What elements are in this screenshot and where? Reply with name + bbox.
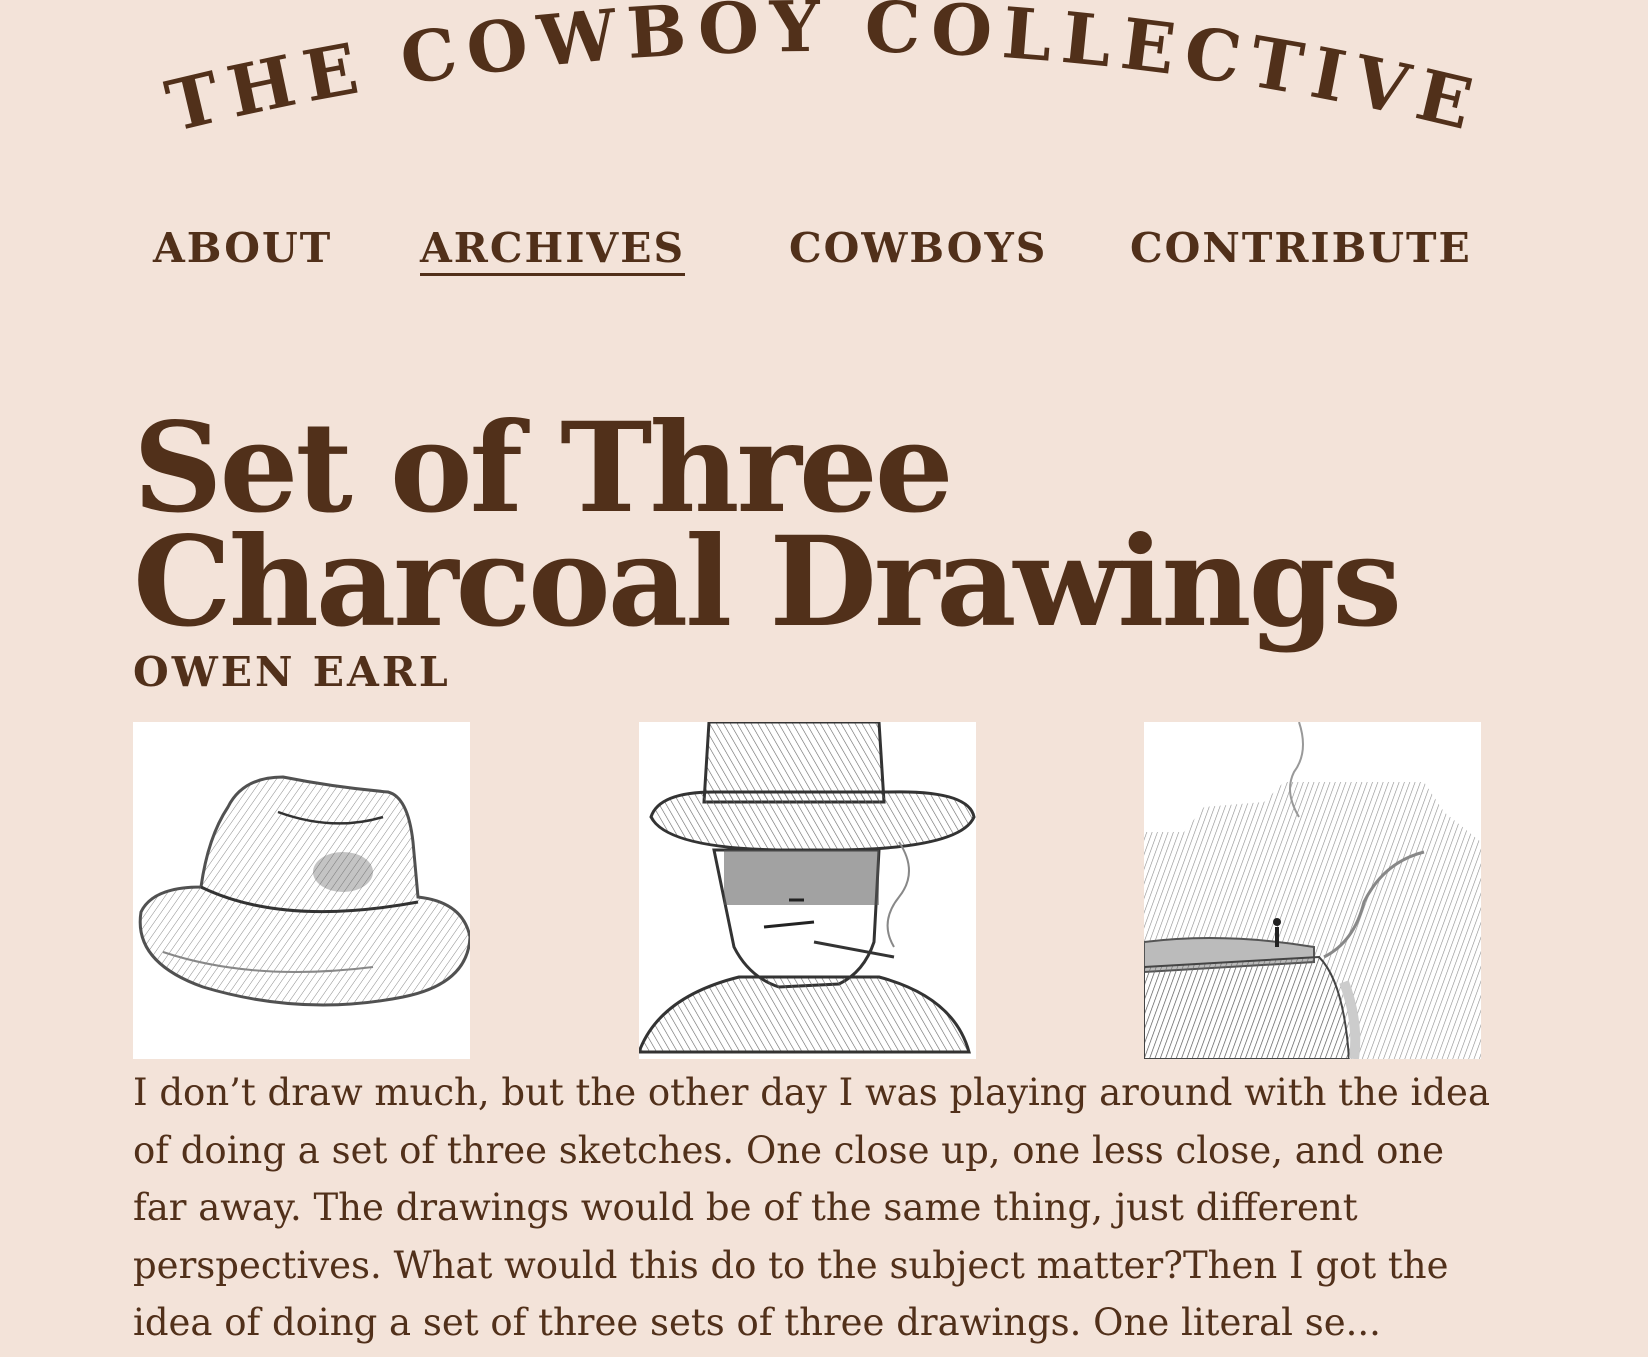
cowboy-drawing (639, 722, 976, 1054)
nav-contribute[interactable]: CONTRIBUTE (1130, 224, 1472, 272)
hat-drawing (138, 775, 470, 1007)
drawing-cowboy-image[interactable] (639, 722, 976, 1059)
site-logo-arc: THE COWBOY COLLECTIVE (158, 0, 1489, 148)
article-excerpt: I don’t draw much, but the other day I w… (133, 1071, 1491, 1344)
article-card: Set of Three Charcoal Drawings OWEN EARL (133, 407, 1503, 698)
nav-about[interactable]: ABOUT (153, 224, 332, 272)
article-title[interactable]: Set of Three Charcoal Drawings (133, 407, 1503, 645)
svg-text:THE COWBOY COLLECTIVE: THE COWBOY COLLECTIVE (158, 0, 1489, 148)
nav-cowboys[interactable]: COWBOYS (789, 224, 1047, 272)
article-title-line-2: Charcoal Drawings (133, 510, 1402, 655)
landscape-drawing (1144, 722, 1481, 1059)
drawing-hat-image[interactable] (133, 722, 470, 1059)
main-nav: ABOUT ARCHIVES COWBOYS CONTRIBUTE (0, 224, 1648, 284)
nav-archives[interactable]: ARCHIVES (420, 224, 686, 276)
site-logo[interactable]: THE COWBOY COLLECTIVE (0, 0, 1648, 200)
drawings-gallery (133, 722, 1481, 1059)
drawing-landscape-image[interactable] (1144, 722, 1481, 1059)
site-title: THE COWBOY COLLECTIVE (158, 0, 1479, 148)
